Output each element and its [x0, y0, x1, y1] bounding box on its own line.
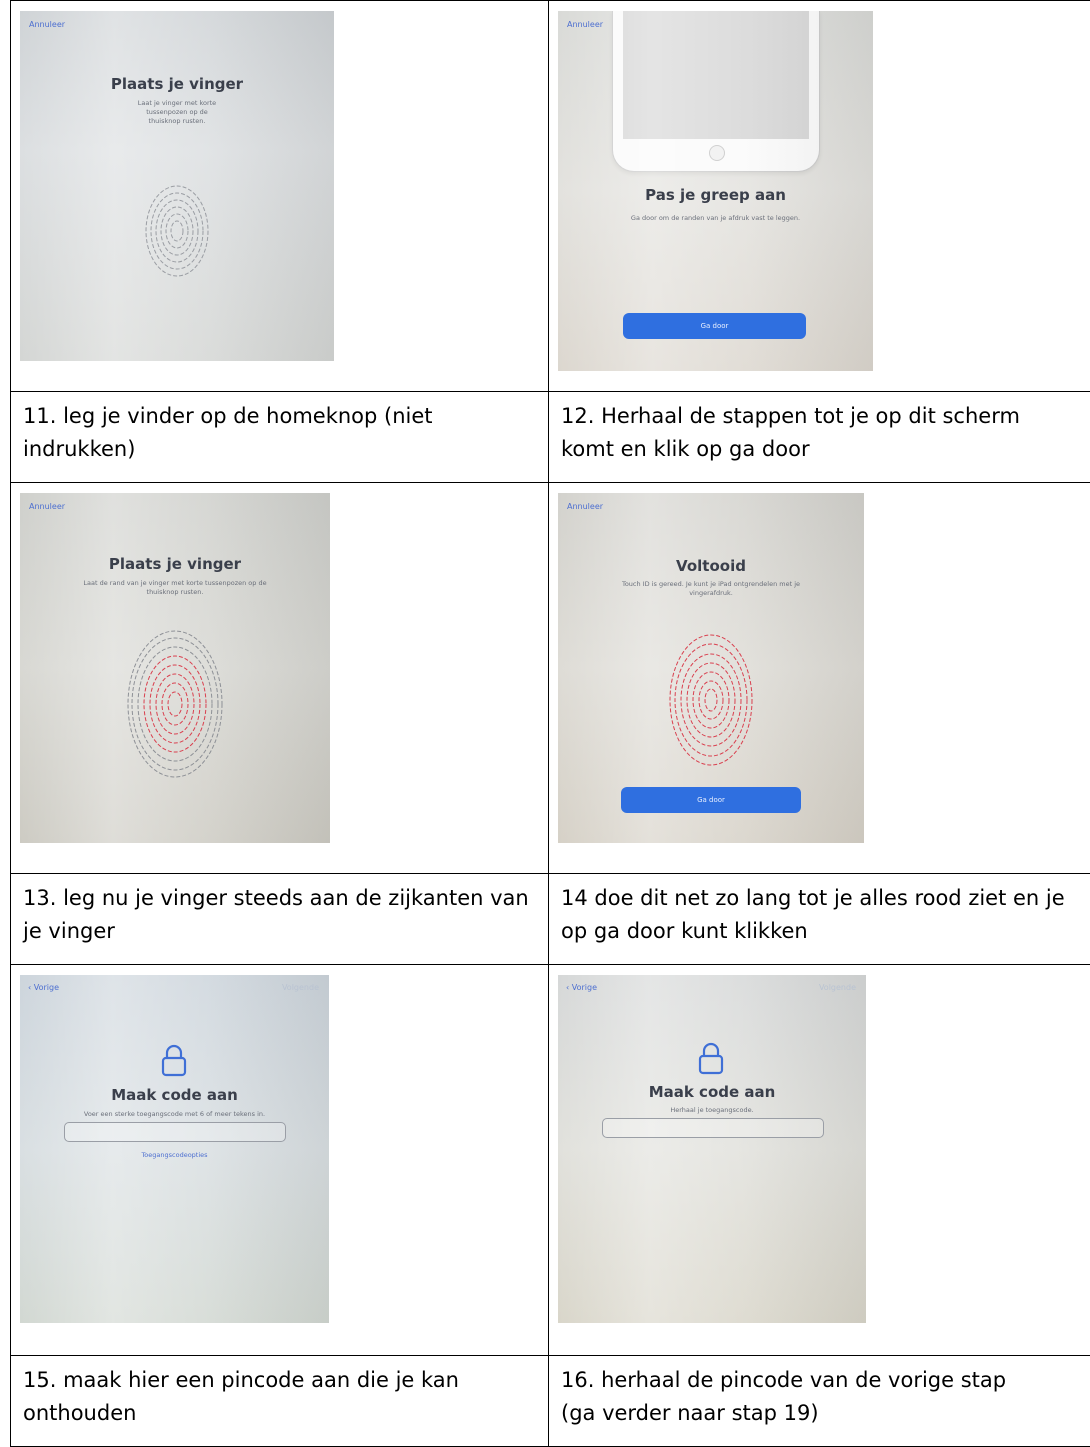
- screenshot-cell-16: ‹ Vorige Volgende Maak code aan Herhaal …: [549, 965, 1090, 1356]
- caption-cell-12: 12. Herhaal de stappen tot je op dit sch…: [549, 392, 1090, 483]
- screenshot-repeat-code: ‹ Vorige Volgende Maak code aan Herhaal …: [558, 975, 866, 1323]
- back-button[interactable]: ‹ Vorige: [566, 983, 597, 992]
- screen-title: Pas je greep aan: [558, 186, 873, 204]
- home-button-icon: [709, 145, 725, 161]
- chevron-left-icon: ‹: [28, 983, 31, 992]
- screen-title: Maak code aan: [558, 1083, 866, 1101]
- screenshot-create-code: ‹ Vorige Volgende Maak code aan Voer een…: [20, 975, 329, 1323]
- screenshot-cell-12: Annuleer Pas je greep aan Ga door om de …: [549, 1, 1090, 392]
- next-button[interactable]: Volgende: [819, 983, 856, 992]
- screenshot-cell-11: Annuleer Plaats je vinger Laat je vinger…: [11, 1, 549, 392]
- screenshot-cell-15: ‹ Vorige Volgende Maak code aan Voer een…: [11, 965, 549, 1356]
- passcode-input[interactable]: [602, 1118, 824, 1138]
- screenshot-completed: Annuleer Voltooid Touch ID is gereed. Je…: [558, 493, 864, 843]
- fingerprint-icon: [668, 631, 754, 769]
- fingerprint-icon: [127, 628, 223, 780]
- continue-button[interactable]: Ga door: [621, 787, 801, 813]
- chevron-left-icon: ‹: [566, 983, 569, 992]
- passcode-options-link[interactable]: Toegangscodeopties: [20, 1151, 329, 1159]
- caption-cell-13: 13. leg nu je vinger steeds aan de zijka…: [11, 874, 549, 965]
- screen-instruction: Ga door om de randen van je afdruk vast …: [558, 214, 873, 223]
- screen-instruction: Voer een sterke toegangscode met 6 of me…: [20, 1110, 329, 1119]
- lock-icon: [697, 1041, 725, 1075]
- document-page: Annuleer Plaats je vinger Laat je vinger…: [0, 0, 1090, 1352]
- back-button[interactable]: ‹ Vorige: [28, 983, 59, 992]
- screenshot-place-finger: Annuleer Plaats je vinger Laat je vinger…: [20, 11, 334, 361]
- fingerprint-icon: [137, 181, 217, 281]
- screenshot-cell-13: Annuleer Plaats je vinger Laat de rand v…: [11, 483, 549, 874]
- screen-instruction: Touch ID is gereed. Je kunt je iPad ontg…: [558, 580, 864, 598]
- caption-cell-16: 16. herhaal de pincode van de vorige sta…: [549, 1356, 1090, 1447]
- screen-instruction: Laat je vinger met kortetussenpozen op d…: [20, 99, 334, 126]
- instruction-table: Annuleer Plaats je vinger Laat je vinger…: [10, 0, 1090, 1447]
- screen-instruction: Herhaal je toegangscode.: [558, 1106, 866, 1115]
- screen-title: Plaats je vinger: [20, 555, 330, 573]
- screen-title: Plaats je vinger: [20, 75, 334, 93]
- cancel-link: Annuleer: [567, 502, 603, 511]
- cancel-link: Annuleer: [29, 502, 65, 511]
- lock-icon: [160, 1043, 188, 1077]
- screenshot-place-finger-edges: Annuleer Plaats je vinger Laat de rand v…: [20, 493, 330, 843]
- next-button[interactable]: Volgende: [282, 983, 319, 992]
- passcode-input[interactable]: [64, 1122, 286, 1142]
- screen-title: Voltooid: [558, 557, 864, 575]
- cancel-link: Annuleer: [567, 20, 603, 29]
- cancel-link: Annuleer: [29, 20, 65, 29]
- caption-cell-11: 11. leg je vinder op de homeknop (niet i…: [11, 392, 549, 483]
- caption-cell-15: 15. maak hier een pincode aan die je kan…: [11, 1356, 549, 1447]
- continue-button[interactable]: Ga door: [623, 313, 806, 339]
- screenshot-cell-14: Annuleer Voltooid Touch ID is gereed. Je…: [549, 483, 1090, 874]
- screen-instruction: Laat de rand van je vinger met korte tus…: [20, 579, 330, 597]
- caption-cell-14: 14 doe dit net zo lang tot je alles rood…: [549, 874, 1090, 965]
- ipad-illustration: [612, 11, 820, 172]
- screen-title: Maak code aan: [20, 1086, 329, 1104]
- screenshot-adjust-grip: Annuleer Pas je greep aan Ga door om de …: [558, 11, 873, 371]
